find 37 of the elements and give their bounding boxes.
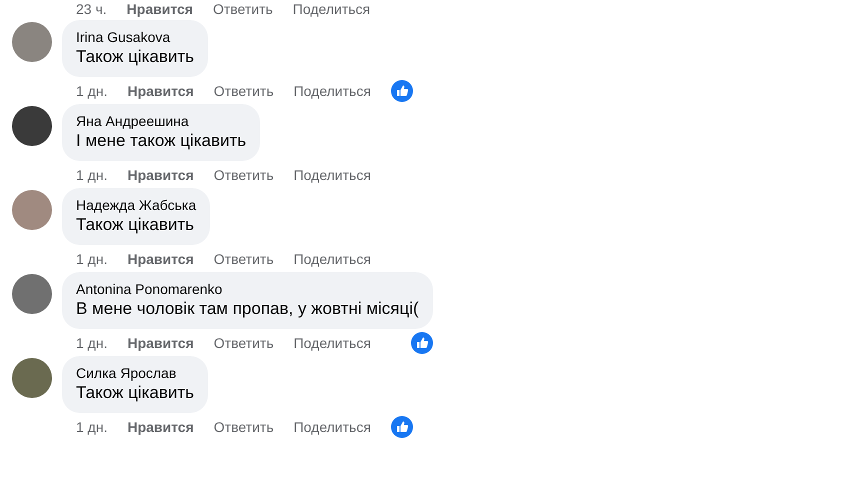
comment-time: 23 ч. xyxy=(76,1,107,17)
reply-link[interactable]: Ответить xyxy=(214,167,274,183)
reply-link[interactable]: Ответить xyxy=(212,1,273,17)
like-link[interactable]: Нравится xyxy=(127,83,194,99)
reply-link[interactable]: Ответить xyxy=(214,83,274,99)
like-link[interactable]: Нравится xyxy=(127,251,194,267)
avatar[interactable] xyxy=(12,106,52,146)
comment-text: Також цікавить xyxy=(76,382,194,404)
comment-time: 1 дн. xyxy=(76,167,108,183)
reply-link[interactable]: Ответить xyxy=(214,335,274,351)
like-link[interactable]: Нравится xyxy=(127,335,194,351)
comment-time: 1 дн. xyxy=(76,335,108,351)
share-link[interactable]: Поделиться xyxy=(294,83,371,99)
avatar[interactable] xyxy=(12,274,52,314)
like-link[interactable]: Нравится xyxy=(127,167,194,183)
comment-author[interactable]: Яна Андреешина xyxy=(76,112,246,130)
share-link[interactable]: Поделиться xyxy=(294,335,371,351)
comment-text: Також цікавить xyxy=(76,214,196,236)
comment-time: 1 дн. xyxy=(76,251,108,267)
reply-link[interactable]: Ответить xyxy=(214,251,274,267)
like-link[interactable]: Нравится xyxy=(127,419,194,435)
comment-time: 1 дн. xyxy=(76,419,108,435)
comment-time: 1 дн. xyxy=(76,83,108,99)
comment-text: Також цікавить xyxy=(76,46,194,68)
share-link[interactable]: Поделиться xyxy=(294,419,371,435)
share-link[interactable]: Поделиться xyxy=(294,167,371,183)
avatar[interactable] xyxy=(12,358,52,398)
comment-author[interactable]: Irina Gusakova xyxy=(76,28,194,46)
comment-text: І мене також цікавить xyxy=(76,130,246,152)
like-link[interactable]: Нравится xyxy=(126,1,193,17)
share-link[interactable]: Поделиться xyxy=(292,1,370,17)
share-link[interactable]: Поделиться xyxy=(294,251,371,267)
comment-author[interactable]: Надежда Жабська xyxy=(76,196,196,214)
comment-text: В мене чоловік там пропав, у жовтні місяці( xyxy=(76,298,419,320)
comment-author[interactable]: Силка Ярослав xyxy=(76,364,194,382)
reply-link[interactable]: Ответить xyxy=(214,419,274,435)
comment-author[interactable]: Antonina Ponomarenko xyxy=(76,280,419,298)
